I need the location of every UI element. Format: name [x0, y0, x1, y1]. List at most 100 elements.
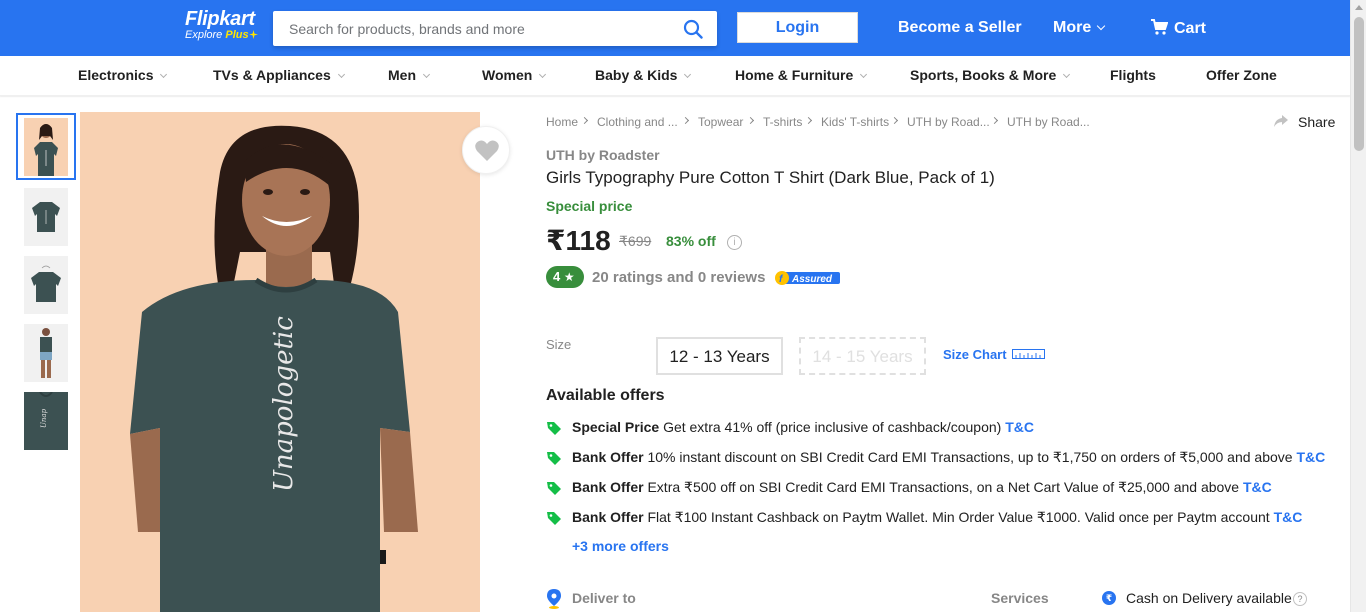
- special-price-label: Special price: [546, 198, 633, 214]
- size-label: Size: [546, 337, 572, 352]
- cart-label: Cart: [1174, 20, 1207, 37]
- nav-item-label: Flights: [1110, 67, 1156, 83]
- nav-item-tvs-appliances[interactable]: TVs & Appliances: [213, 67, 345, 83]
- size-chart-link[interactable]: Size Chart: [943, 347, 1007, 363]
- breadcrumb-chevron-icon: [580, 116, 589, 125]
- thumbnail-5[interactable]: Unap: [16, 387, 76, 454]
- product-thumbnail-image: [24, 117, 68, 176]
- breadcrumb-chevron-icon: [990, 116, 999, 125]
- nav-item-label: Home & Furniture: [735, 67, 854, 83]
- breadcrumb-home[interactable]: Home: [546, 114, 578, 130]
- nav-item-label: Sports, Books & More: [910, 67, 1057, 83]
- breadcrumb-brand[interactable]: UTH by Road...: [907, 114, 990, 130]
- size-option-14-15[interactable]: 14 - 15 Years: [799, 337, 926, 375]
- more-offers-link[interactable]: +3 more offers: [572, 537, 669, 555]
- chevron-down-icon: [684, 70, 692, 79]
- breadcrumb-topwear[interactable]: Topwear: [698, 114, 743, 130]
- nav-item-offer-zone[interactable]: Offer Zone: [1206, 67, 1277, 83]
- scroll-up-arrow-icon[interactable]: [1355, 5, 1363, 10]
- scroll-thumb[interactable]: [1354, 17, 1364, 151]
- offer-terms-link[interactable]: T&C: [1005, 419, 1034, 435]
- more-menu[interactable]: More: [1053, 18, 1106, 38]
- breadcrumb-clothing[interactable]: Clothing and ...: [597, 114, 678, 130]
- breadcrumb-kids-tshirts[interactable]: Kids' T-shirts: [821, 114, 889, 130]
- nav-item-electronics[interactable]: Electronics: [78, 67, 168, 83]
- product-photo: Unapologetic: [80, 112, 480, 612]
- product-thumbnail-image: [24, 255, 68, 314]
- rating-badge[interactable]: 4 ★: [546, 266, 584, 288]
- help-icon[interactable]: ?: [1293, 592, 1307, 606]
- star-icon: ★: [563, 270, 575, 284]
- nav-item-baby-kids[interactable]: Baby & Kids: [595, 67, 692, 83]
- search-icon[interactable]: [683, 19, 703, 39]
- nav-item-men[interactable]: Men: [388, 67, 431, 83]
- assured-label: Assured: [791, 274, 833, 285]
- nav-item-label: Men: [388, 67, 416, 83]
- category-nav: Electronics TVs & Appliances Men Women B…: [0, 56, 1350, 96]
- thumbnail-2[interactable]: [16, 183, 76, 250]
- thumbnail-1[interactable]: [16, 113, 76, 180]
- offer-tag-icon: [547, 452, 561, 465]
- size-option-12-13[interactable]: 12 - 13 Years: [656, 337, 783, 375]
- chevron-down-icon: [1063, 70, 1071, 79]
- product-brand[interactable]: UTH by Roadster: [546, 146, 660, 164]
- search-bar: [273, 11, 717, 46]
- wishlist-button[interactable]: [462, 126, 510, 174]
- page-scrollbar[interactable]: [1350, 0, 1366, 612]
- info-icon[interactable]: i: [727, 235, 742, 250]
- breadcrumb-tshirts[interactable]: T-shirts: [763, 114, 802, 130]
- nav-item-women[interactable]: Women: [482, 67, 547, 83]
- heart-icon: [475, 140, 499, 161]
- share-button[interactable]: Share: [1298, 114, 1335, 130]
- thumbnail-4[interactable]: [16, 319, 76, 386]
- rupee-icon: ₹: [1102, 591, 1116, 605]
- offer-text: Extra ₹500 off on SBI Credit Card EMI Tr…: [647, 479, 1240, 495]
- flipkart-assured-icon[interactable]: f Assured: [774, 270, 840, 286]
- offer-item: Bank Offer Flat ₹100 Instant Cashback on…: [546, 508, 1302, 526]
- nav-item-home-furniture[interactable]: Home & Furniture: [735, 67, 868, 83]
- flipkart-logo[interactable]: Flipkart Explore Plus: [185, 9, 258, 41]
- product-main-image[interactable]: Unapologetic: [80, 112, 480, 612]
- selling-price: ₹118: [546, 225, 611, 256]
- become-seller-link[interactable]: Become a Seller: [898, 18, 1022, 38]
- share-icon[interactable]: [1273, 113, 1289, 129]
- cod-availability: Cash on Delivery available: [1126, 590, 1292, 606]
- product-title: Girls Typography Pure Cotton T Shirt (Da…: [546, 168, 995, 187]
- offer-item: Special Price Get extra 41% off (price i…: [546, 418, 1034, 436]
- plus-star-icon: [248, 30, 258, 39]
- chevron-down-icon: [422, 70, 431, 79]
- breadcrumb-chevron-icon: [746, 116, 755, 125]
- search-input[interactable]: [273, 11, 663, 46]
- mrp-price: ₹699: [619, 233, 652, 249]
- offer-item: Bank Offer 10% instant discount on SBI C…: [546, 448, 1325, 466]
- nav-item-label: Women: [482, 67, 533, 83]
- offer-type: Bank Offer: [572, 509, 644, 525]
- logo-tagline-plus: Plus: [225, 29, 249, 41]
- ratings-summary[interactable]: 20 ratings and 0 reviews: [592, 269, 765, 287]
- logo-wordmark: Flipkart: [185, 8, 255, 30]
- breadcrumb-chevron-icon: [804, 116, 813, 125]
- offer-text: 10% instant discount on SBI Credit Card …: [647, 449, 1293, 465]
- offer-terms-link[interactable]: T&C: [1274, 509, 1303, 525]
- cart-icon: [1151, 19, 1169, 35]
- nav-item-sports-books[interactable]: Sports, Books & More: [910, 67, 1071, 83]
- nav-item-flights[interactable]: Flights: [1110, 67, 1156, 83]
- logo-tagline: Explore Plus: [185, 29, 258, 41]
- logo-tagline-prefix: Explore: [185, 29, 226, 41]
- login-button[interactable]: Login: [737, 12, 858, 43]
- offer-type: Bank Offer: [572, 449, 644, 465]
- product-thumbnail-image: Unap: [24, 391, 68, 450]
- offer-terms-link[interactable]: T&C: [1243, 479, 1272, 495]
- thumbnail-3[interactable]: [16, 251, 76, 318]
- offer-text: Flat ₹100 Instant Cashback on Paytm Wall…: [647, 509, 1270, 525]
- offer-tag-icon: [547, 482, 561, 495]
- offer-terms-link[interactable]: T&C: [1296, 449, 1325, 465]
- svg-text:Unap: Unap: [40, 408, 48, 428]
- top-header: Flipkart Explore Plus Login Become a Sel…: [0, 0, 1366, 56]
- ruler-icon[interactable]: [1012, 349, 1045, 359]
- cart-link[interactable]: Cart: [1150, 18, 1206, 39]
- available-offers-heading: Available offers: [546, 387, 665, 404]
- chevron-down-icon: [1096, 21, 1106, 31]
- offer-tag-icon: [547, 422, 561, 435]
- chevron-down-icon: [337, 70, 345, 79]
